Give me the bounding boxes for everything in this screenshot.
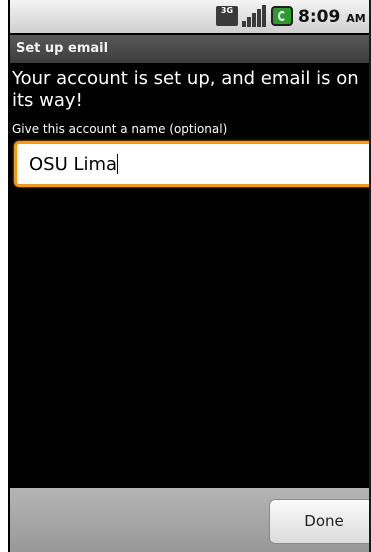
clock-time: 8:09 <box>298 7 341 27</box>
clock: 8:09 AM <box>298 7 366 27</box>
done-button[interactable]: Done <box>269 499 369 544</box>
network-type-label: 3G <box>220 6 234 15</box>
title-bar: Set up email <box>10 35 369 63</box>
text-cursor <box>117 154 119 174</box>
account-name-label: Give this account a name (optional) <box>12 122 228 136</box>
phone-screen: 3G 8:09 AM Set up email Your account is … <box>10 0 369 552</box>
account-name-input[interactable]: OSU Lima <box>14 141 369 187</box>
clock-am-pm: AM <box>346 12 366 25</box>
page-title: Set up email <box>16 41 109 56</box>
3g-icon: 3G <box>216 6 238 26</box>
account-name-value: OSU Lima <box>29 154 119 175</box>
status-bar: 3G 8:09 AM <box>10 0 369 33</box>
bottom-button-bar: Done <box>10 488 369 552</box>
setup-complete-message: Your account is set up, and email is on … <box>12 68 359 111</box>
battery-charging-icon <box>271 6 293 26</box>
signal-icon <box>242 5 266 27</box>
